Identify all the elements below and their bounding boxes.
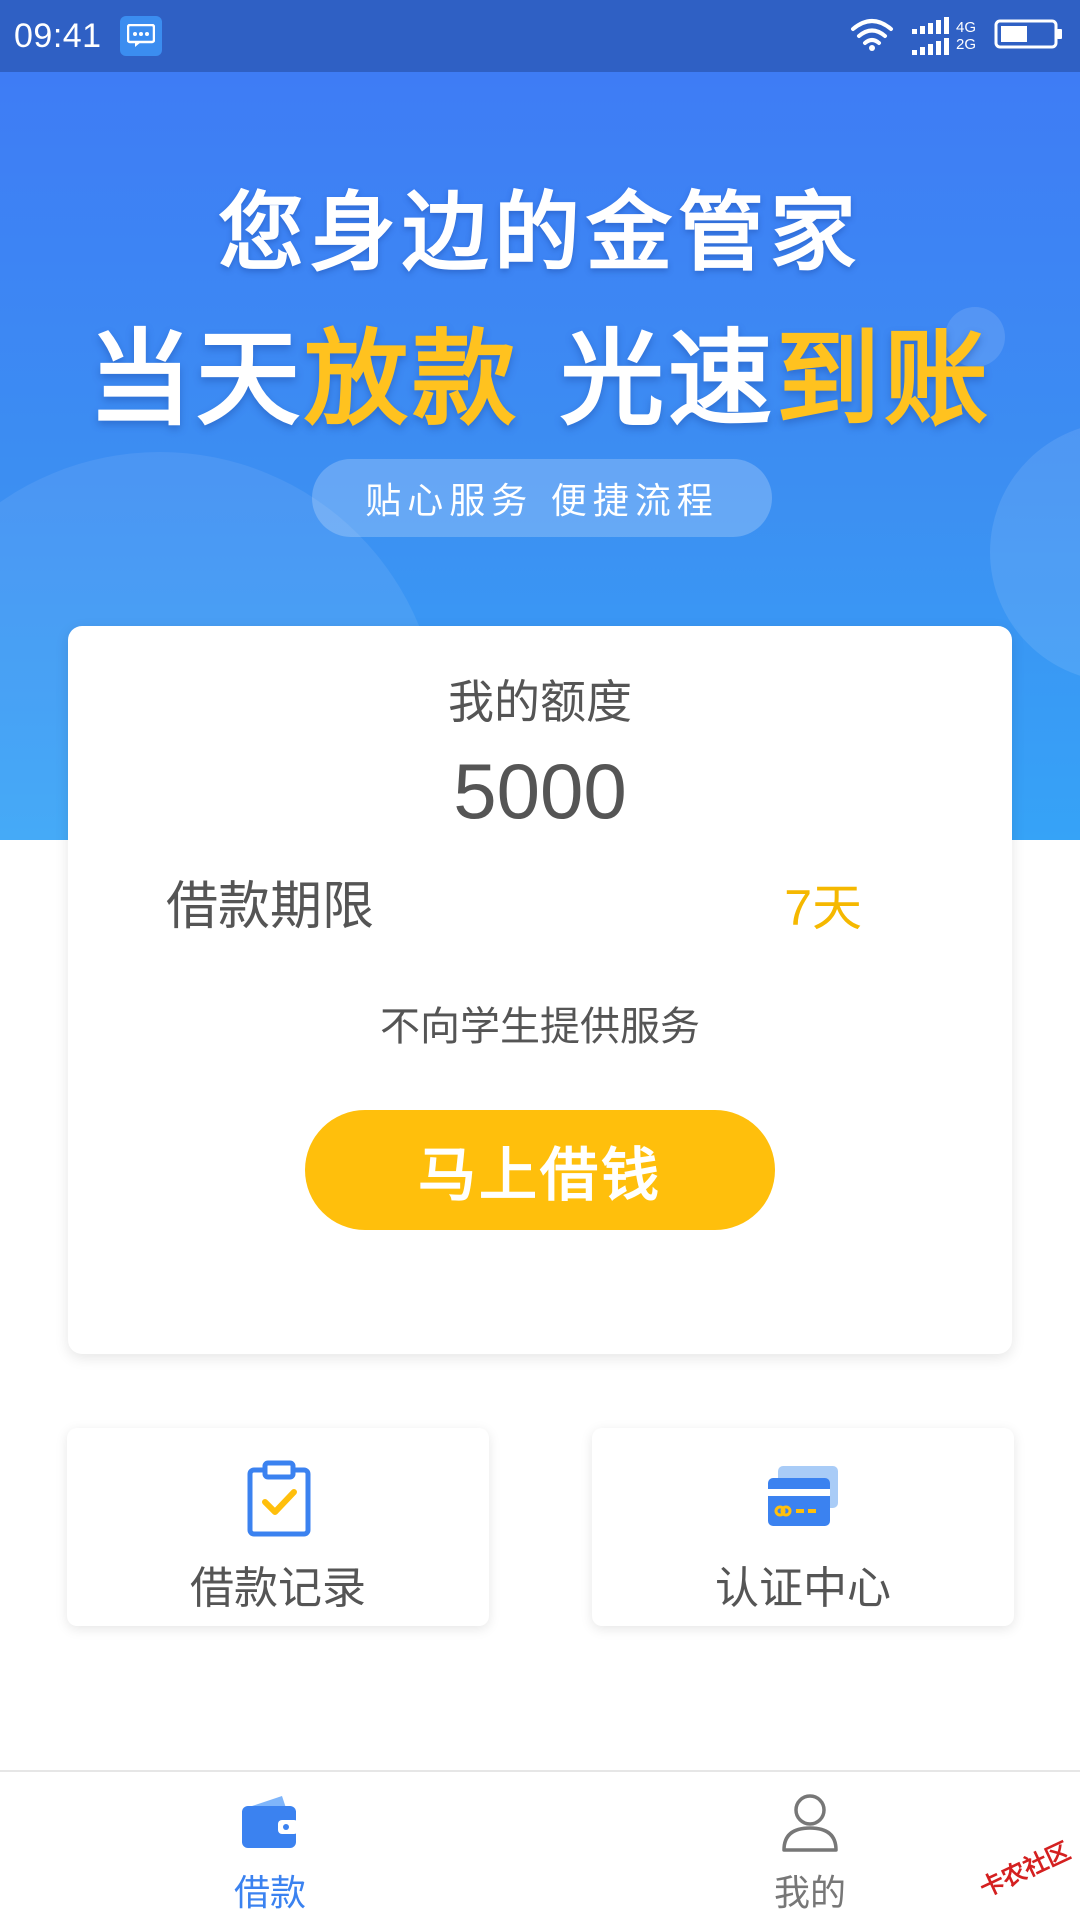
quota-card: 我的额度 5000 借款期限 7天 不向学生提供服务 马上借钱 [68, 626, 1012, 1354]
hero-slogan: 当天放款 光速到账 [0, 294, 1080, 445]
status-right-group: 4G 2G [850, 0, 1064, 72]
nav-label: 我的 [773, 1873, 846, 1914]
nav-item-mine[interactable]: 我的 [660, 1772, 960, 1920]
student-notice: 不向学生提供服务 [380, 1004, 700, 1050]
tile-label: 认证中心 [715, 1563, 891, 1614]
nav-label: 借款 [233, 1873, 306, 1914]
hero-tagline-pill: 贴心服务 便捷流程 [312, 459, 772, 537]
network-type-label: 4G 2G [956, 19, 976, 53]
quota-label: 我的额度 [448, 675, 632, 729]
signal-icon: 4G 2G [911, 17, 976, 55]
borrow-now-button[interactable]: 马上借钱 [305, 1110, 775, 1230]
status-time: 09:41 [14, 16, 102, 55]
loan-app-home-screen: 09:41 4G 2G 您身边的金管家 当天放款 光速到账 贴心服务 便捷流程 … [0, 0, 1080, 1920]
loan-records-tile[interactable]: 借款记录 [67, 1428, 489, 1626]
verification-center-tile[interactable]: 认证中心 [592, 1428, 1014, 1626]
battery-icon [994, 17, 1064, 55]
loan-term-label: 借款期限 [166, 877, 375, 937]
message-icon [119, 16, 162, 56]
bottom-nav: 借款 我的 [0, 1770, 1080, 1920]
slogan-part2: 光速 [560, 318, 777, 440]
network-bottom: 2G [955, 36, 976, 53]
slogan-highlight-1: 放款 [303, 318, 520, 440]
user-icon [778, 1790, 842, 1854]
slogan-part1: 当天 [87, 318, 304, 440]
status-bar: 09:41 4G 2G [0, 0, 1080, 72]
network-top: 4G [955, 19, 976, 36]
quota-amount: 5000 [453, 747, 627, 835]
loan-term-value: 7天 [784, 880, 862, 936]
wallet-icon [238, 1790, 302, 1854]
wifi-icon [850, 17, 894, 55]
clipboard-check-icon [239, 1458, 319, 1538]
credit-card-icon [764, 1458, 844, 1538]
hero-title: 您身边的金管家 [218, 183, 862, 283]
nav-item-loan[interactable]: 借款 [120, 1772, 420, 1920]
slogan-highlight-2: 到账 [776, 318, 993, 440]
tile-label: 借款记录 [190, 1563, 366, 1614]
